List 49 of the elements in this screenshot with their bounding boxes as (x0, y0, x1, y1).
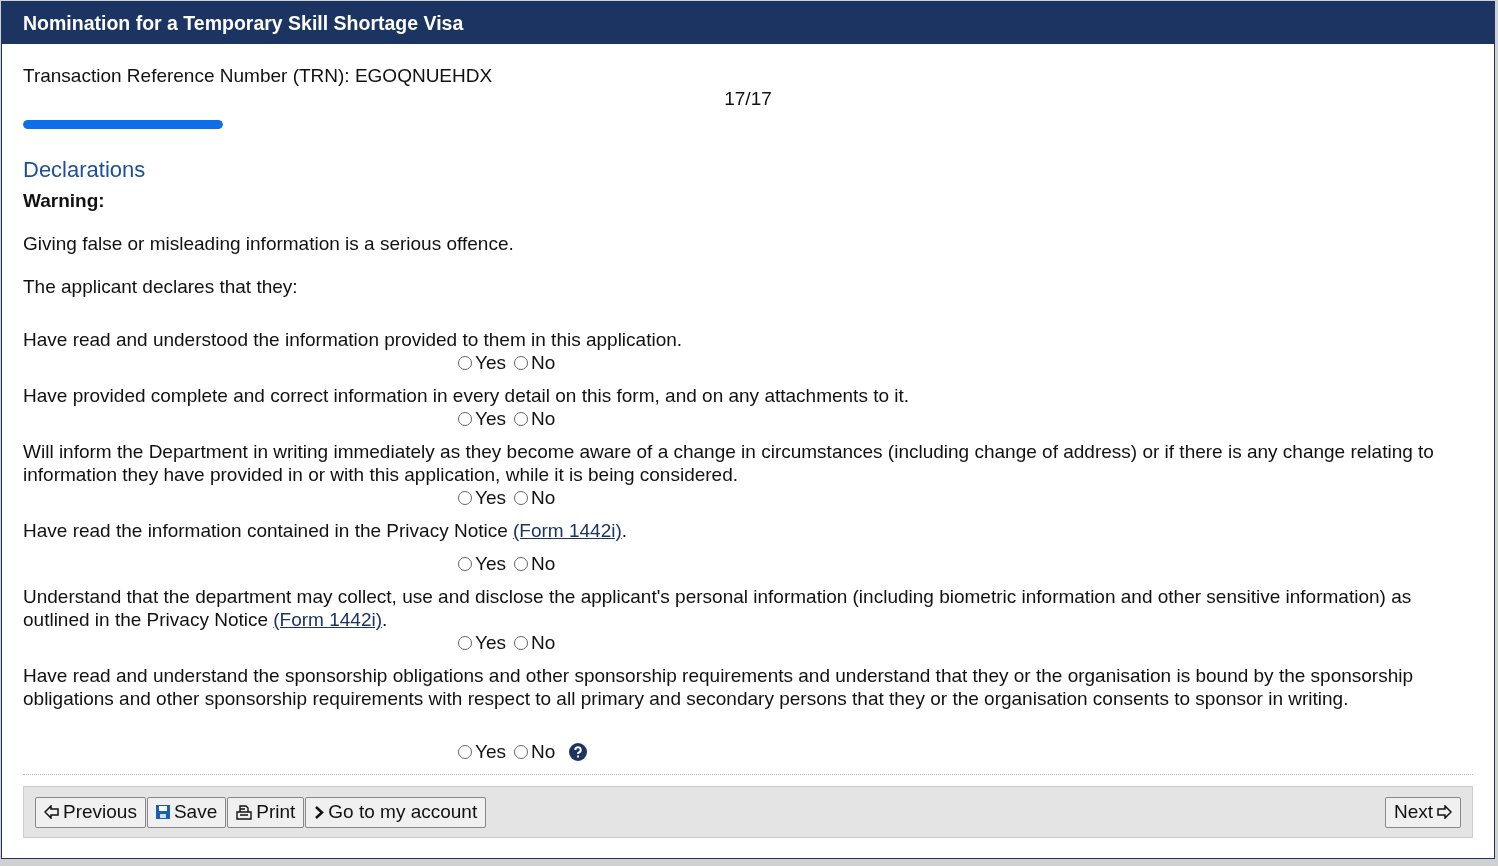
print-button[interactable]: Print (227, 796, 305, 828)
declaration-text: Have provided complete and correct information in every detail on this form, and on any attachments to it. (23, 384, 911, 407)
step-counter: 17/17 (724, 87, 772, 110)
radio-button[interactable] (514, 556, 528, 571)
radio-button[interactable] (458, 556, 472, 571)
declaration-text: Have read the information contained in the Privacy Notice (Form 1442i). (23, 519, 629, 542)
warning-label: Warning: (23, 189, 106, 212)
radio-option[interactable]: Yes (458, 486, 506, 509)
declaration-text: Have read and understand the sponsorship obligations and other sponsorship requirements and understand that they or the organisation is bound by the sponsorship obligations and other sponsorship requirements with respect to all primary and secondary persons that they or the organisation consents to sponsor in writing. (23, 664, 1415, 710)
radio-button[interactable] (514, 490, 528, 505)
left-arrow-icon (44, 805, 59, 819)
radio-button[interactable] (458, 490, 472, 505)
declaration-text: Will inform the Department in writing immediately as they become aware of a change in circumstances (including change of address) or if there is any change relating to information they have provided in or with this application, while it is being considered. (23, 440, 1435, 486)
radio-option[interactable]: Yes (458, 552, 506, 575)
radio-option[interactable]: Yes (458, 351, 506, 374)
next-button[interactable]: Next (1384, 796, 1461, 828)
right-arrow-icon (1437, 805, 1452, 819)
help-icon[interactable] (569, 742, 588, 761)
radio-option[interactable]: No (514, 407, 556, 430)
radio-option[interactable]: No (514, 552, 556, 575)
radio-button[interactable] (514, 355, 528, 370)
radio-option[interactable]: Yes (458, 631, 506, 654)
radio-button[interactable] (458, 744, 472, 759)
radio-option[interactable]: Yes (458, 740, 506, 763)
form-link[interactable]: (Form 1442i) (513, 520, 622, 541)
section-heading: Declarations (23, 156, 147, 184)
chevron-right-icon (314, 804, 325, 820)
printer-icon (236, 804, 253, 820)
radio-option[interactable]: No (514, 486, 556, 509)
radio-option[interactable]: No (514, 740, 556, 763)
trn-text: Transaction Reference Number (TRN): EGOQNUEHDX (23, 64, 494, 87)
warning-text: Giving false or misleading information is a serious offence. (23, 232, 515, 255)
declaration-text: Understand that the department may collect, use and disclose the applicant's personal information (including biometric information and other sensitive information) as outlined in the Privacy Notice (Form 1442i). (23, 585, 1413, 631)
intro-text: The applicant declares that they: (23, 275, 299, 298)
radio-option[interactable]: Yes (458, 407, 506, 430)
radio-button[interactable] (514, 744, 528, 759)
radio-button[interactable] (514, 635, 528, 650)
declaration-text: Have read and understood the information provided to them in this application. (23, 328, 684, 351)
radio-button[interactable] (458, 411, 472, 426)
previous-button[interactable]: Previous (35, 796, 146, 828)
radio-option[interactable]: No (514, 631, 556, 654)
page-title: Nomination for a Temporary Skill Shortage Visa (23, 11, 464, 35)
radio-button[interactable] (514, 411, 528, 426)
radio-option[interactable]: No (514, 351, 556, 374)
radio-button[interactable] (458, 355, 472, 370)
radio-button[interactable] (458, 635, 472, 650)
save-button[interactable]: Save (146, 796, 227, 828)
form-link[interactable]: (Form 1442i) (273, 609, 383, 630)
account-button[interactable]: Go to my account (305, 796, 487, 828)
